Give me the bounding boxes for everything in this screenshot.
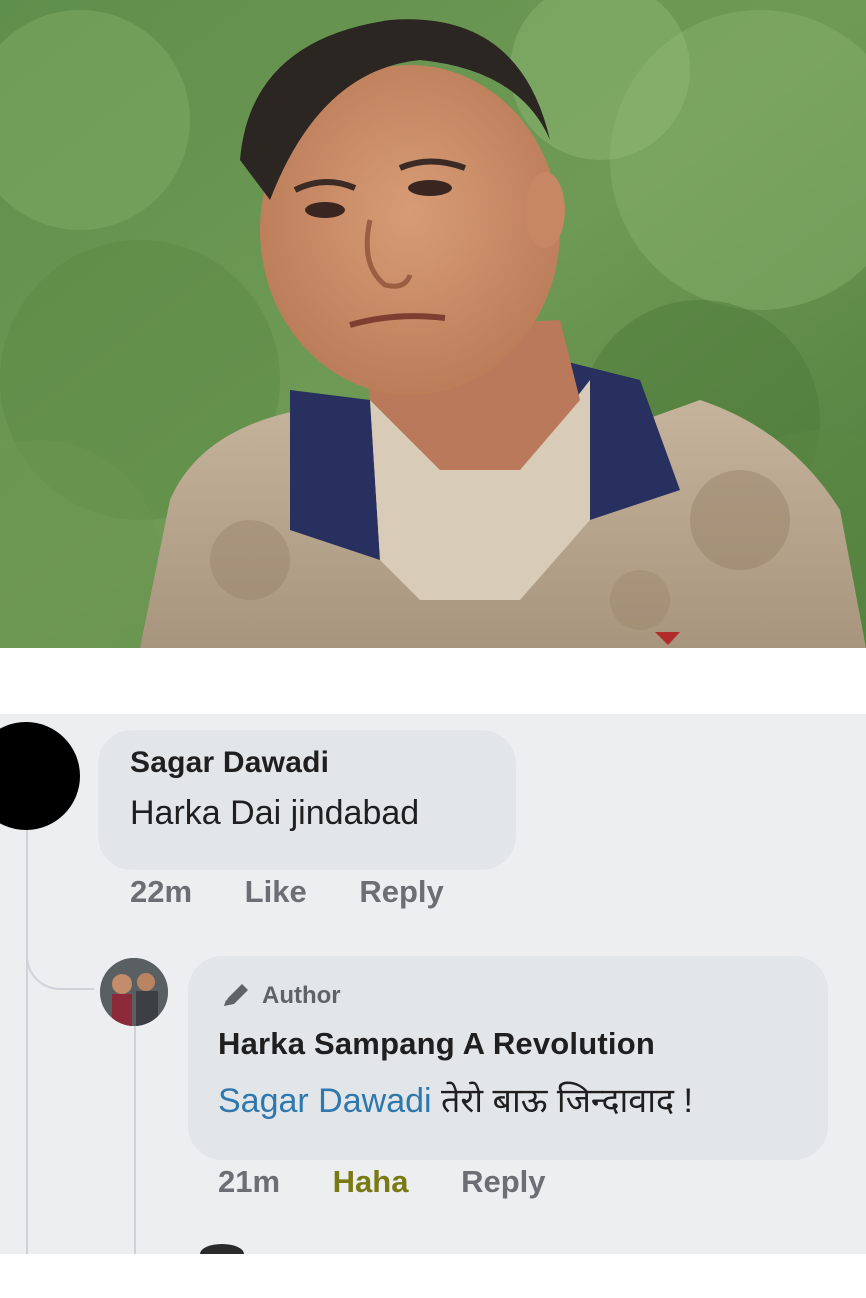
pen-icon: [224, 984, 248, 1006]
avatar-photo: [100, 958, 168, 1026]
reply-author-name[interactable]: Harka Sampang A Revolution: [218, 1026, 655, 1062]
reply-actions: 21m Haha Reply: [218, 1164, 590, 1200]
post-photo: [0, 0, 866, 648]
portrait-image: [0, 0, 866, 648]
reply-thread-connector: [134, 1026, 136, 1254]
author-badge: Author: [220, 982, 341, 1010]
reply-reply-button[interactable]: Reply: [461, 1164, 545, 1200]
commenter-name[interactable]: Sagar Dawadi: [130, 746, 329, 780]
mention-link[interactable]: Sagar Dawadi: [218, 1082, 432, 1120]
reply-button[interactable]: Reply: [359, 874, 443, 910]
reply-text: Sagar Dawadi तेरो बाऊ जिन्दावाद !: [218, 1076, 693, 1122]
author-badge-label: Author: [262, 982, 341, 1009]
comment-actions: 22m Like Reply: [130, 874, 488, 910]
reply-body: तेरो बाऊ जिन्दावाद !: [431, 1082, 693, 1120]
reply-timestamp: 21m: [218, 1164, 281, 1199]
thread-connector: [26, 824, 28, 1254]
haha-reaction-button[interactable]: Haha: [333, 1164, 409, 1200]
like-button[interactable]: Like: [245, 874, 307, 910]
reply-author-avatar[interactable]: [100, 958, 168, 1026]
comment-thread: Sagar Dawadi Harka Dai jindabad 22m Like…: [0, 714, 866, 1254]
comment-text: Harka Dai jindabad: [130, 794, 420, 832]
comment-timestamp: 22m: [130, 874, 193, 909]
thread-connector-curve: [26, 944, 94, 990]
commenter-avatar[interactable]: [0, 722, 80, 830]
next-avatar-edge: [200, 1244, 244, 1254]
